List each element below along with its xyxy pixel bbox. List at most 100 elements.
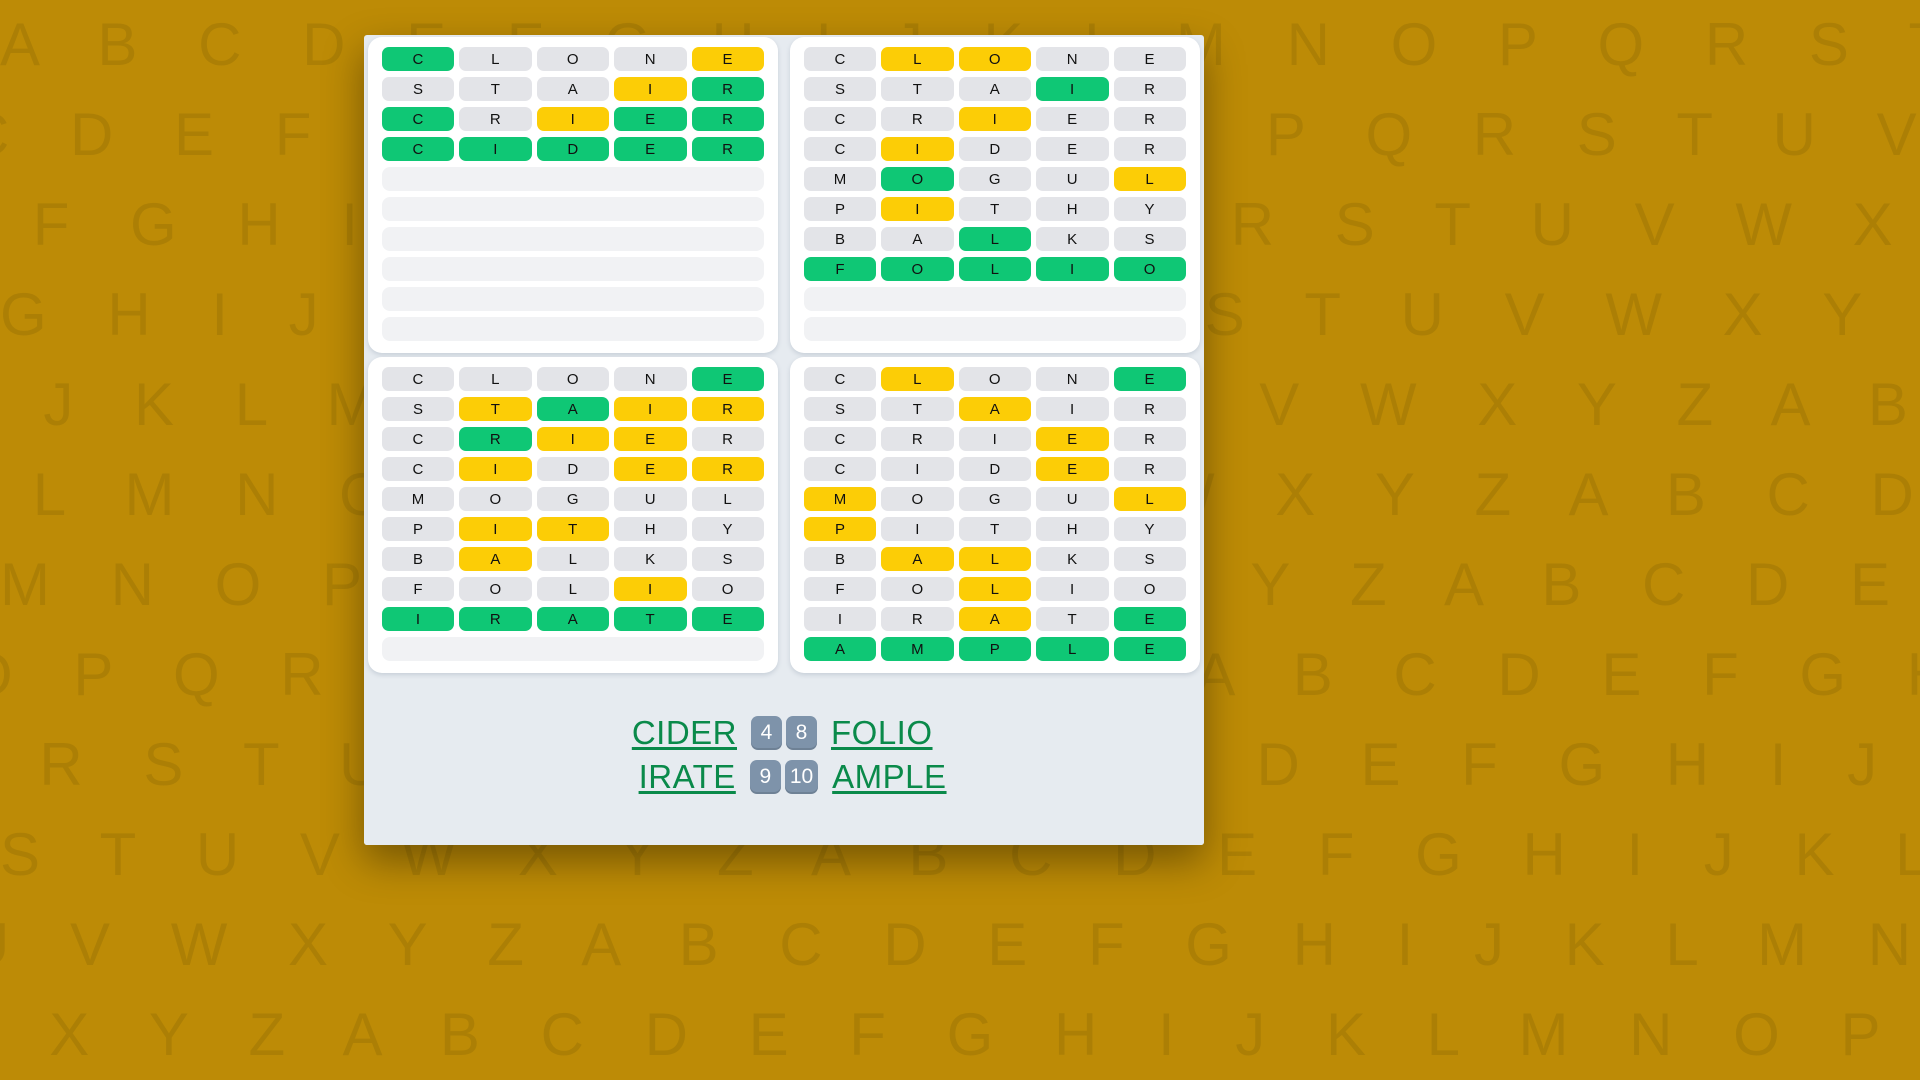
letter-tile [458, 317, 534, 341]
letter-tile: N [614, 47, 687, 71]
letter-tile: S [382, 397, 455, 421]
letter-tile: R [881, 107, 954, 131]
letter-tile: E [691, 47, 764, 71]
answer-word-link[interactable]: IRATE [586, 758, 736, 796]
letter-tile: O [958, 367, 1032, 391]
letter-tile: R [881, 607, 954, 631]
letter-tile [611, 227, 687, 251]
guess-row: MOGUL [804, 167, 1186, 191]
letter-tile: M [804, 487, 877, 511]
letter-tile: R [691, 457, 764, 481]
letter-tile: L [881, 367, 954, 391]
letter-tile: H [614, 517, 687, 541]
letter-tile: M [804, 167, 877, 191]
guess-row: FOLIO [804, 577, 1186, 601]
letter-tile [804, 287, 880, 311]
guess-row: CLONE [382, 47, 764, 71]
guess-count-badge: 9 [749, 760, 781, 794]
letter-tile [611, 197, 687, 221]
letter-tile [535, 317, 611, 341]
letter-tile: E [691, 607, 764, 631]
guess-count-badge: 8 [786, 716, 817, 750]
letter-tile: I [459, 457, 532, 481]
letter-tile: E [614, 457, 687, 481]
guess-row: CRIER [382, 427, 764, 451]
letter-tile [688, 287, 764, 311]
letter-tile: S [1113, 547, 1186, 571]
letter-tile: O [459, 487, 532, 511]
letter-tile: C [804, 367, 877, 391]
letter-tile: C [382, 47, 455, 71]
letter-tile: T [881, 397, 954, 421]
guess-row: BALKS [382, 547, 764, 571]
letter-tile: C [382, 457, 455, 481]
guess-row-empty [804, 287, 1186, 311]
guess-row: BALKS [804, 547, 1186, 571]
letter-tile [535, 637, 611, 661]
letter-tile: T [459, 397, 532, 421]
guess-row: FOLIO [804, 257, 1186, 281]
letter-tile [1033, 287, 1109, 311]
letter-tile: N [1036, 367, 1109, 391]
letter-tile: D [536, 457, 610, 481]
board-top-right: CLONESTAIRCRIERCIDERMOGULPITHYBALKSFOLIO [790, 37, 1200, 353]
letter-tile [688, 197, 764, 221]
guess-row-empty [382, 317, 764, 341]
letter-tile: O [536, 47, 610, 71]
answer-word-link[interactable]: AMPLE [832, 758, 982, 796]
letter-tile: R [1113, 457, 1186, 481]
guess-row-empty [382, 257, 764, 281]
guess-row-empty [382, 197, 764, 221]
letter-tile: K [1036, 227, 1109, 251]
letter-tile: Y [1113, 197, 1186, 221]
letter-tile [382, 317, 458, 341]
answer-word-link[interactable]: CIDER [587, 714, 737, 752]
letter-tile: A [958, 397, 1032, 421]
letter-tile: I [614, 77, 687, 101]
letter-tile: E [614, 107, 687, 131]
answer-word-link[interactable]: FOLIO [831, 714, 981, 752]
letter-tile: T [881, 77, 954, 101]
guess-row: MOGUL [804, 487, 1186, 511]
letter-tile: A [958, 77, 1032, 101]
letter-tile: P [958, 637, 1032, 661]
letter-tile: G [958, 167, 1032, 191]
guess-count-badge: 10 [784, 760, 819, 794]
guess-row: CIDER [382, 137, 764, 161]
letter-tile: N [1036, 47, 1109, 71]
letter-tile [688, 637, 764, 661]
letter-tile: T [536, 517, 610, 541]
letter-tile: O [536, 367, 610, 391]
letter-tile: R [691, 137, 764, 161]
board-bottom-right: CLONESTAIRCRIERCIDERMOGULPITHYBALKSFOLIO… [790, 357, 1200, 673]
guess-row-empty [382, 167, 764, 191]
guess-row-empty [382, 637, 764, 661]
letter-tile: C [804, 47, 877, 71]
wallpaper-row: W X Y Z A B C D E F G H I J K L M N O P … [0, 1001, 1920, 1068]
guess-row: STAIR [804, 397, 1186, 421]
letter-tile: E [1036, 457, 1109, 481]
letter-tile [880, 287, 956, 311]
letter-tile: S [804, 77, 877, 101]
letter-tile: L [1113, 167, 1186, 191]
letter-tile [957, 317, 1033, 341]
letter-tile: L [881, 47, 954, 71]
footer-line: IRATE 9 10 AMPLE [586, 758, 982, 796]
letter-tile [458, 287, 534, 311]
letter-tile: Y [1113, 517, 1186, 541]
letter-tile [458, 197, 534, 221]
letter-tile: I [1036, 397, 1109, 421]
letter-tile: P [804, 517, 877, 541]
letter-tile: I [614, 577, 687, 601]
guess-row-empty [382, 227, 764, 251]
letter-tile: L [958, 257, 1032, 281]
letter-tile: L [459, 47, 532, 71]
guess-count-badges: 9 10 [749, 760, 819, 794]
letter-tile: M [881, 637, 954, 661]
board-top-left: CLONESTAIRCRIERCIDER [368, 37, 778, 353]
letter-tile: P [382, 517, 455, 541]
letter-tile: R [459, 107, 532, 131]
guess-row: STAIR [382, 397, 764, 421]
letter-tile: O [459, 577, 532, 601]
letter-tile: R [1113, 397, 1186, 421]
